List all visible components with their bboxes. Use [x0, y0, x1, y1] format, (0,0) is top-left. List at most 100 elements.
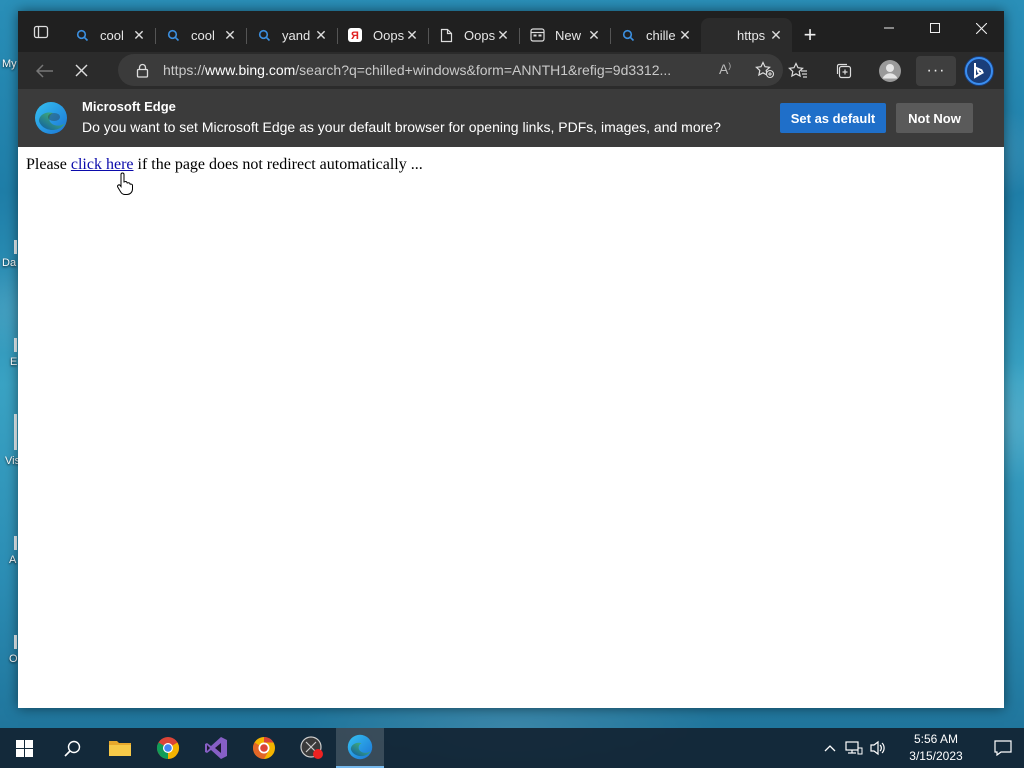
tab[interactable]: cool ✕	[155, 18, 246, 52]
address-bar[interactable]: https://www.bing.com/search?q=chilled+wi…	[118, 54, 783, 86]
read-aloud-icon[interactable]: A)	[719, 61, 731, 79]
desktop-icon-label[interactable]: Da	[2, 257, 16, 269]
redirect-text: Please	[26, 156, 71, 173]
close-icon	[975, 22, 987, 34]
favorites-button[interactable]	[775, 55, 821, 87]
file-explorer-button[interactable]	[96, 728, 144, 768]
visual-studio-icon	[205, 737, 227, 759]
plus-icon: +	[803, 22, 817, 47]
page-content: Please click here if the page does not r…	[18, 147, 1004, 708]
search-icon	[74, 27, 90, 43]
tab-title: Oops	[464, 27, 495, 43]
tab-title: Oops	[373, 27, 404, 43]
infobar-title: Microsoft Edge	[82, 99, 176, 114]
url-host: www.bing.com	[205, 62, 296, 78]
network-icon	[845, 741, 863, 755]
bing-icon	[964, 55, 994, 86]
chrome-variant-button[interactable]	[240, 728, 288, 768]
start-button[interactable]	[0, 728, 48, 768]
edge-taskbar-button[interactable]	[336, 728, 384, 768]
tab-actions-button[interactable]	[18, 15, 64, 49]
yandex-icon: Я	[347, 27, 363, 43]
tab-active[interactable]: https ✕	[701, 18, 792, 52]
desktop-icon-label[interactable]: E	[10, 356, 17, 368]
add-favorite-icon[interactable]	[755, 61, 775, 79]
tab-title: https	[737, 27, 766, 43]
tab-title: New	[555, 27, 582, 43]
windows-icon	[15, 739, 33, 757]
desktop-icon-label[interactable]: My	[2, 58, 17, 70]
back-button[interactable]	[27, 55, 63, 87]
volume-button[interactable]	[866, 728, 890, 768]
favorites-icon	[788, 61, 807, 78]
more-options-button[interactable]: ···	[916, 55, 956, 86]
close-icon[interactable]: ✕	[222, 27, 238, 43]
show-hidden-icons-button[interactable]	[818, 728, 842, 768]
tab[interactable]: yand ✕	[246, 18, 337, 52]
clock[interactable]: 5:56 AM 3/15/2023	[896, 731, 976, 765]
hand-cursor-icon	[117, 172, 133, 195]
tab[interactable]: Oops ✕	[428, 18, 519, 52]
clock-time: 5:56 AM	[913, 732, 959, 746]
tab-title: chille	[646, 27, 676, 43]
set-as-default-button[interactable]: Set as default	[780, 103, 886, 133]
window-controls	[866, 11, 1004, 45]
new-tab-button[interactable]: +	[792, 18, 828, 52]
search-icon	[63, 740, 80, 757]
desktop-icon[interactable]	[14, 338, 17, 352]
chrome-button[interactable]	[144, 728, 192, 768]
browser-window: cool ✕ cool ✕ yand ✕ Я Oops ✕ Oops ✕ New…	[18, 11, 1004, 708]
minimize-icon	[884, 27, 894, 29]
back-arrow-icon	[36, 63, 53, 78]
tab-strip: cool ✕ cool ✕ yand ✕ Я Oops ✕ Oops ✕ New…	[64, 18, 828, 52]
close-icon[interactable]: ✕	[677, 27, 693, 43]
close-icon[interactable]: ✕	[404, 27, 420, 43]
edge-icon	[347, 734, 373, 760]
infobar-message: Do you want to set Microsoft Edge as you…	[82, 119, 721, 135]
tab[interactable]: cool ✕	[64, 18, 155, 52]
default-browser-infobar: Microsoft Edge Do you want to set Micros…	[18, 89, 1004, 147]
close-icon[interactable]: ✕	[313, 27, 329, 43]
visual-studio-button[interactable]	[192, 728, 240, 768]
redirect-text-suffix: if the page does not redirect automatica…	[133, 156, 423, 173]
svg-text:Я: Я	[351, 30, 359, 42]
tab[interactable]: chille ✕	[610, 18, 701, 52]
url-prefix: https://	[163, 62, 206, 78]
notifications-button[interactable]	[982, 728, 1024, 768]
search-button[interactable]	[48, 728, 96, 768]
not-now-button[interactable]: Not Now	[896, 103, 973, 133]
desktop-icon[interactable]	[14, 635, 17, 649]
url-path: /search?q=chilled+windows&form=ANNTH1&re…	[295, 62, 672, 78]
clock-date: 3/15/2023	[909, 749, 963, 763]
desktop-icon[interactable]	[14, 536, 17, 550]
recorder-icon	[300, 736, 323, 759]
url-text: https://www.bing.com/search?q=chilled+wi…	[163, 62, 683, 78]
lock-icon	[136, 63, 149, 78]
close-icon[interactable]: ✕	[131, 27, 147, 43]
profile-button[interactable]	[867, 55, 913, 87]
desktop-icon[interactable]	[14, 240, 17, 254]
blank-icon	[711, 27, 727, 43]
tab[interactable]: New ✕	[519, 18, 610, 52]
tab[interactable]: Я Oops ✕	[337, 18, 428, 52]
close-icon[interactable]: ✕	[586, 27, 602, 43]
collections-button[interactable]	[821, 55, 867, 87]
maximize-button[interactable]	[912, 11, 958, 45]
tab-title: yand	[282, 27, 311, 43]
maximize-icon	[930, 23, 940, 33]
stop-button[interactable]	[63, 55, 99, 87]
click-here-link[interactable]: click here	[71, 156, 134, 173]
close-icon[interactable]: ✕	[768, 27, 784, 43]
bing-chat-button[interactable]	[956, 55, 1002, 87]
network-button[interactable]	[842, 728, 866, 768]
minimize-button[interactable]	[866, 11, 912, 45]
collections-icon	[836, 63, 852, 78]
desktop-icon-label[interactable]: O	[9, 653, 18, 665]
desktop-icon[interactable]	[14, 414, 17, 450]
close-window-button[interactable]	[958, 11, 1004, 45]
recorder-button[interactable]	[288, 728, 336, 768]
browser-icon	[253, 737, 275, 759]
folder-icon	[109, 741, 131, 756]
close-icon[interactable]: ✕	[495, 27, 511, 43]
desktop-icon-label[interactable]: A	[9, 554, 16, 566]
